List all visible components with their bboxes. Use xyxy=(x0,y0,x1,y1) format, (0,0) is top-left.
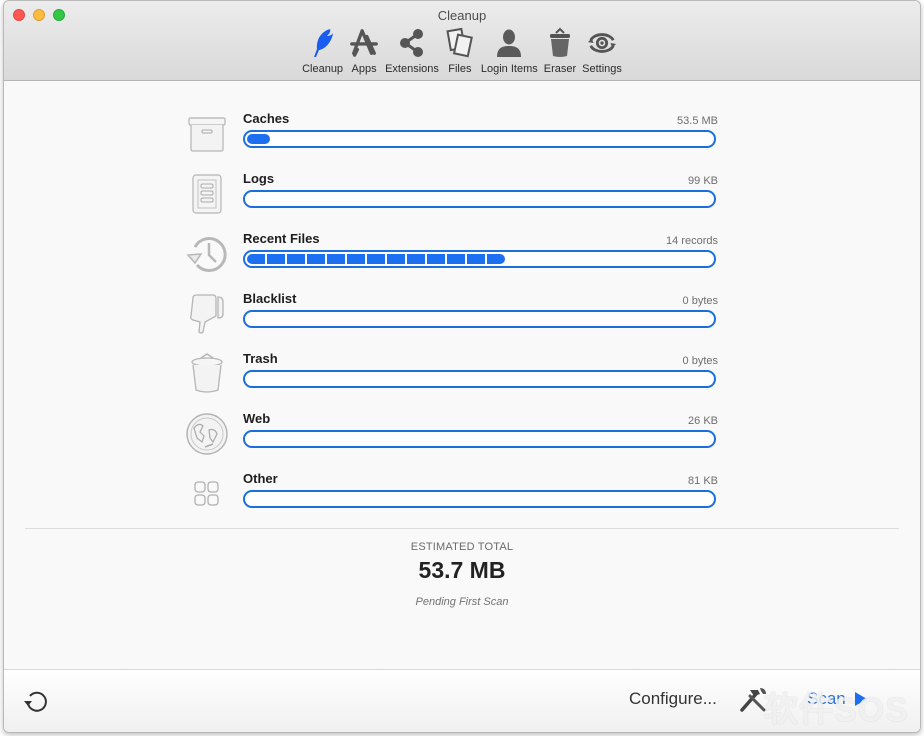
category-row-recent-files[interactable]: Recent Files 14 records xyxy=(180,231,720,289)
progress-segment xyxy=(327,254,345,264)
progress-segment xyxy=(487,254,505,264)
configure-button[interactable]: Configure... xyxy=(629,689,717,709)
category-row-logs[interactable]: Logs 99 KB xyxy=(180,171,720,229)
feather-icon xyxy=(308,27,338,59)
files-icon xyxy=(445,27,475,59)
progress-segment xyxy=(467,254,485,264)
category-size: 26 KB xyxy=(688,415,718,427)
category-name: Trash xyxy=(243,351,278,366)
scan-button[interactable]: Scan xyxy=(807,689,868,709)
category-row-blacklist[interactable]: Blacklist 0 bytes xyxy=(180,291,720,349)
title-bar: Cleanup Cleanup Apps Extensions Files Lo… xyxy=(4,1,920,81)
trash-can-icon xyxy=(545,27,575,59)
progress-segment xyxy=(407,254,425,264)
refresh-icon xyxy=(24,691,47,712)
tab-eraser[interactable]: Eraser xyxy=(541,27,579,75)
play-icon xyxy=(854,692,867,706)
estimated-total-label: ESTIMATED TOTAL xyxy=(410,541,514,553)
category-row-trash[interactable]: Trash 0 bytes xyxy=(180,351,720,409)
progress-segment xyxy=(347,254,365,264)
scan-label: Scan xyxy=(807,689,846,708)
category-row-other[interactable]: Other 81 KB xyxy=(180,471,720,529)
category-name: Logs xyxy=(243,171,275,186)
tab-settings[interactable]: Settings xyxy=(579,27,625,75)
footer-bar: Configure... Scan 软件SOS xyxy=(4,669,920,732)
refresh-button[interactable] xyxy=(23,688,49,714)
archive-box-icon xyxy=(184,111,230,157)
category-row-caches[interactable]: Caches 53.5 MB xyxy=(180,111,720,169)
tab-label: Settings xyxy=(582,63,622,75)
estimated-total-value: 53.7 MB xyxy=(418,557,506,583)
progress-segment xyxy=(367,254,385,264)
category-name: Recent Files xyxy=(243,231,320,246)
category-name: Web xyxy=(243,411,271,426)
trash-icon xyxy=(184,351,230,397)
progress-segment xyxy=(267,254,285,264)
category-name: Blacklist xyxy=(243,291,297,306)
summary-divider xyxy=(25,528,899,529)
category-progress-track xyxy=(243,490,716,508)
progress-segment xyxy=(447,254,465,264)
category-progress-fill xyxy=(247,134,270,144)
category-size: 53.5 MB xyxy=(677,115,718,127)
category-size: 14 records xyxy=(666,235,718,247)
tab-extensions[interactable]: Extensions xyxy=(382,27,442,75)
settings-eye-icon xyxy=(587,27,617,59)
category-progress-track xyxy=(243,310,716,328)
category-progress-track xyxy=(243,250,716,268)
tab-label: Extensions xyxy=(385,63,439,75)
category-row-web[interactable]: Web 26 KB xyxy=(180,411,720,469)
app-window: Cleanup Cleanup Apps Extensions Files Lo… xyxy=(3,0,921,733)
progress-segment xyxy=(427,254,445,264)
window-title: Cleanup xyxy=(437,8,487,23)
tab-label: Files xyxy=(448,63,472,75)
category-size: 0 bytes xyxy=(682,355,718,367)
category-progress-track xyxy=(243,130,716,148)
progress-segment xyxy=(387,254,405,264)
category-size: 0 bytes xyxy=(682,295,718,307)
scan-status: Pending First Scan xyxy=(415,596,509,608)
category-name: Caches xyxy=(243,111,290,126)
grid-icon xyxy=(184,471,230,517)
tab-label: Apps xyxy=(351,63,377,75)
tab-label: Cleanup xyxy=(302,63,344,75)
category-progress-track xyxy=(243,190,716,208)
tab-cleanup[interactable]: Cleanup xyxy=(299,27,346,75)
progress-segment xyxy=(247,254,265,264)
tab-label: Eraser xyxy=(543,63,577,75)
category-size: 99 KB xyxy=(688,175,718,187)
category-size: 81 KB xyxy=(688,475,718,487)
log-document-icon xyxy=(184,171,230,217)
tab-files[interactable]: Files xyxy=(442,27,478,75)
share-icon xyxy=(397,27,427,59)
user-silhouette-icon xyxy=(494,27,524,59)
history-clock-icon xyxy=(184,231,230,277)
tab-login-items[interactable]: Login Items xyxy=(478,27,541,75)
progress-segment xyxy=(307,254,325,264)
main-toolbar: Cleanup Apps Extensions Files Login Item… xyxy=(4,27,920,79)
category-progress-track xyxy=(243,370,716,388)
hammer-wrench-icon[interactable] xyxy=(738,686,768,714)
progress-segment xyxy=(287,254,305,264)
category-name: Other xyxy=(243,471,278,486)
category-progress-track xyxy=(243,430,716,448)
thumbs-down-icon xyxy=(184,291,230,337)
tab-apps[interactable]: Apps xyxy=(346,27,382,75)
globe-icon xyxy=(184,411,230,457)
cleanup-content: Caches 53.5 MB Logs 99 KB Recent Files 1… xyxy=(4,82,920,669)
tab-label: Login Items xyxy=(480,63,538,75)
app-store-icon xyxy=(349,27,379,59)
category-progress-segments xyxy=(247,254,505,264)
